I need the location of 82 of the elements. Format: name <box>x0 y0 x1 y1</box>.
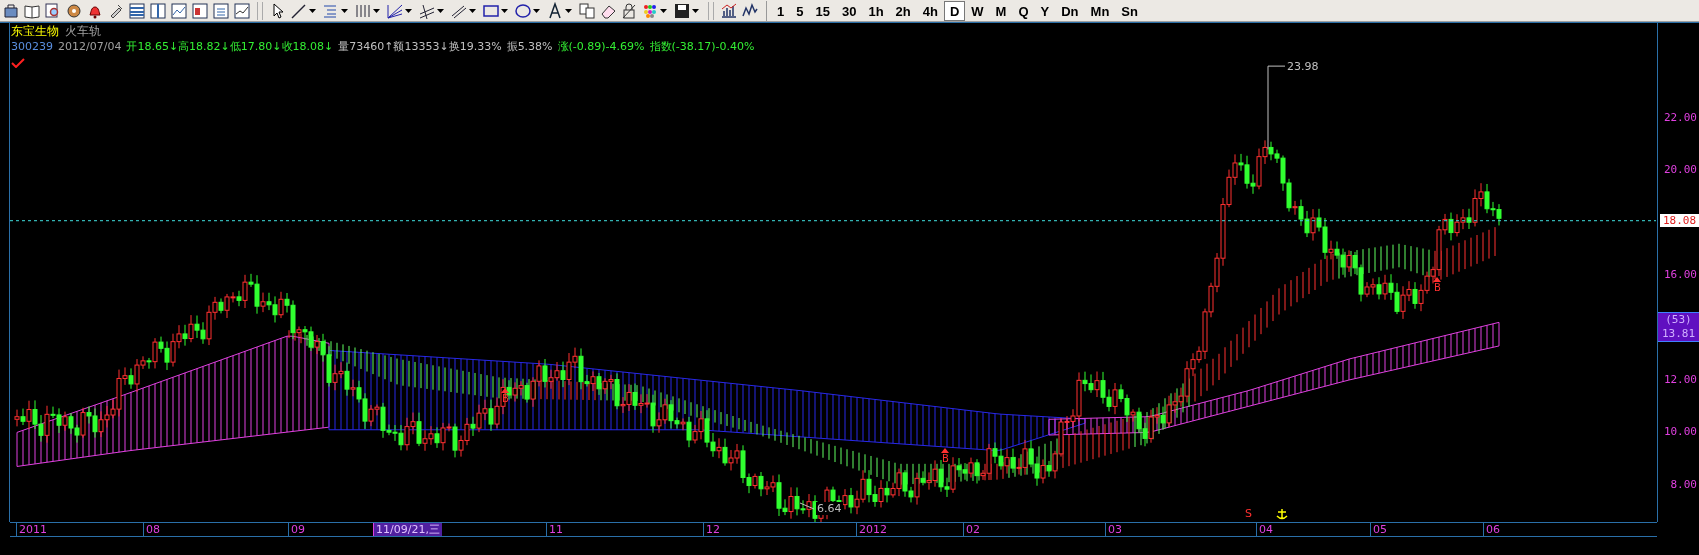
caret-icon <box>533 8 540 13</box>
low-leader-line <box>799 502 815 510</box>
anchor-icon <box>1276 508 1288 520</box>
lock-icon <box>620 1 638 20</box>
table-window-button[interactable] <box>211 0 231 21</box>
stock-name: 东宝生物 <box>11 24 59 39</box>
date-label: 2012 <box>856 523 889 536</box>
caret-icon <box>469 8 476 13</box>
caret-icon <box>341 8 348 13</box>
rows-button[interactable] <box>127 0 147 21</box>
line-tool-icon <box>290 1 308 20</box>
indicator-name: 火车轨 <box>65 24 101 39</box>
period-tab[interactable]: W <box>965 0 990 21</box>
ellipse-icon <box>514 1 532 20</box>
font-icon <box>546 1 564 20</box>
low-price-label: 6.64 <box>816 502 843 515</box>
period-tab[interactable]: Sn <box>1115 0 1144 21</box>
y-axis-label: 20.00 <box>1663 163 1697 177</box>
caret-icon <box>405 8 412 13</box>
period-tab[interactable]: 1h <box>862 0 890 21</box>
period-tab[interactable]: M <box>989 0 1013 21</box>
columns-button[interactable] <box>148 0 168 21</box>
high-price-label: 23.98 <box>1287 60 1319 74</box>
cursor-price: 13.81 <box>1661 326 1696 341</box>
chart-window-icon <box>170 1 188 20</box>
date-label: 11/09/21,三 <box>373 523 442 536</box>
caret-icon <box>692 8 699 13</box>
bar-chart-icon <box>720 1 738 20</box>
table-window-icon <box>212 1 230 20</box>
date-label: 05 <box>1370 523 1389 536</box>
y-axis-label: 16.00 <box>1663 268 1697 282</box>
date-label: 04 <box>1256 523 1275 536</box>
current-price-tag: 18.08 <box>1660 213 1699 227</box>
period-tab[interactable]: 15 <box>809 0 836 21</box>
quote-field: 2012/07/04 <box>58 39 122 54</box>
caret-icon <box>373 8 380 13</box>
save-icon <box>673 1 691 20</box>
date-label: 12 <box>703 523 722 536</box>
caret-icon <box>501 8 508 13</box>
quote-field: 指数(-38.17)-0.40% <box>649 39 755 54</box>
date-label: 2011 <box>16 523 49 536</box>
y-axis-label: 22.00 <box>1663 111 1697 124</box>
quote-field: 涨(-0.89)-4.69% <box>557 39 645 54</box>
quote-field: 量73460↑额13353↓换19.33% <box>338 39 502 54</box>
period-tab[interactable]: D <box>943 0 966 21</box>
period-tab[interactable]: 4h <box>916 0 944 21</box>
gear-icon <box>65 1 83 20</box>
date-label: 03 <box>1105 523 1124 536</box>
caret-icon <box>437 8 444 13</box>
quote-field: 开18.65↓高18.82↓低17.80↓收18.08↓ <box>126 39 334 54</box>
bar-count: (53) <box>1665 312 1692 327</box>
period-tab[interactable]: Q <box>1012 0 1035 21</box>
date-label: 02 <box>963 523 982 536</box>
caret-icon <box>565 8 572 13</box>
y-axis-label: 8.00 <box>1670 477 1697 491</box>
date-label: 09 <box>288 523 307 536</box>
period-tab[interactable]: 30 <box>835 0 863 21</box>
date-label: 11 <box>546 523 565 536</box>
period-tab[interactable]: Dn <box>1055 0 1085 21</box>
line-chart-button[interactable] <box>232 0 252 21</box>
quote-field: 振5.38% <box>506 39 553 54</box>
checkmark-icon <box>11 58 25 68</box>
period-tab[interactable]: Y <box>1034 0 1056 21</box>
rows-icon <box>128 1 146 20</box>
quote-field: 300239 <box>11 39 53 54</box>
columns-icon <box>149 1 167 20</box>
caret-icon <box>660 8 667 13</box>
toolbox-icon <box>2 1 20 20</box>
copy-button[interactable] <box>577 0 597 21</box>
period-tab[interactable]: 5 <box>790 0 810 21</box>
period-tab[interactable]: 2h <box>889 0 917 21</box>
caret-icon <box>309 8 316 13</box>
y-axis-label: 12.00 <box>1663 373 1697 386</box>
copy-icon <box>578 1 596 20</box>
sell-marker: S <box>1245 507 1252 520</box>
y-axis-label: 10.00 <box>1663 425 1697 439</box>
period-tab[interactable]: Mn <box>1084 0 1116 21</box>
date-label: 06 <box>1483 523 1502 536</box>
chart-window-button[interactable] <box>169 0 189 21</box>
date-label: 08 <box>143 523 162 536</box>
line-chart-icon <box>233 1 251 20</box>
period-tab[interactable]: 1 <box>771 0 791 21</box>
